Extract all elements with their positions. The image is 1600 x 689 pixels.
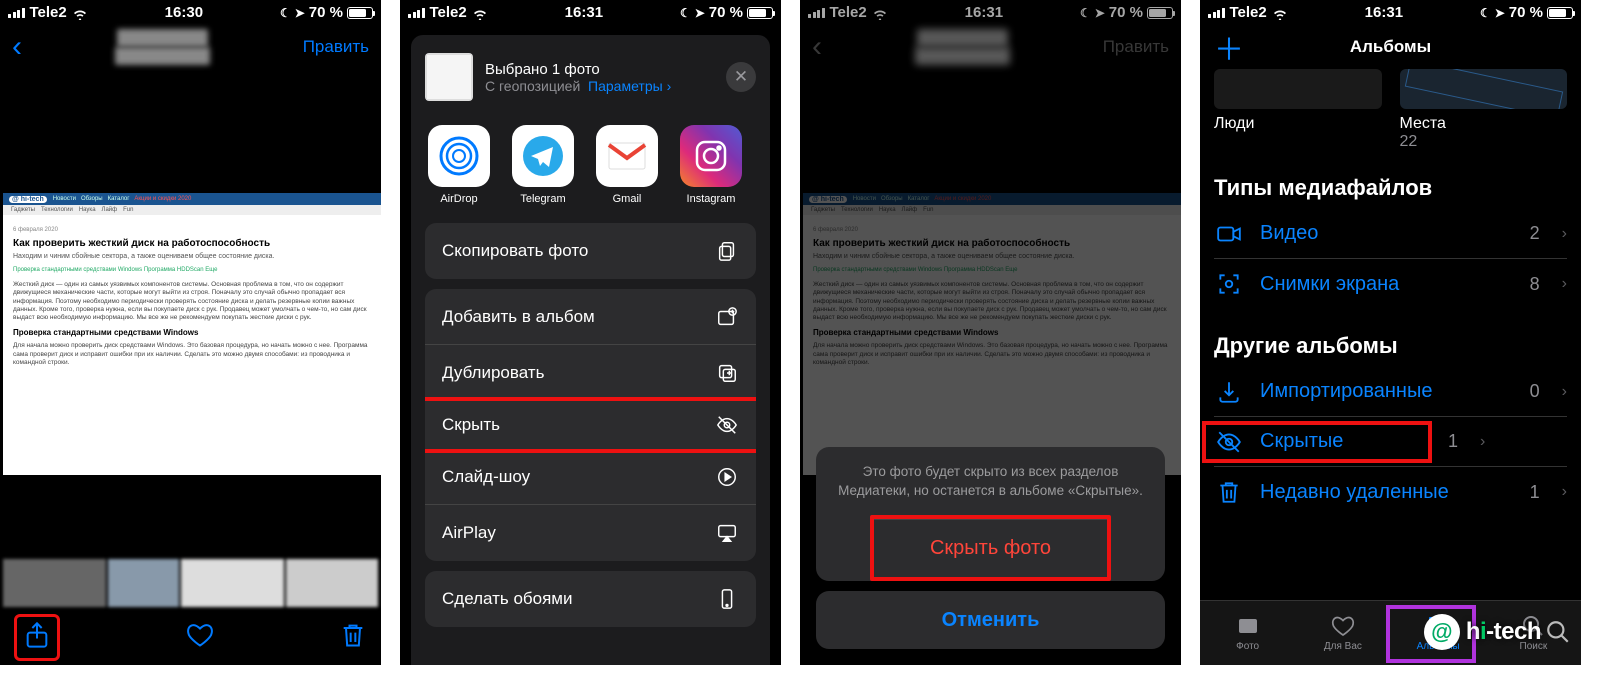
type-row-recently-deleted[interactable]: Недавно удаленные1› xyxy=(1214,467,1567,517)
share-thumbnail xyxy=(425,53,473,101)
nav-bar: ＋ Альбомы xyxy=(1200,25,1581,69)
action-airplay[interactable]: AirPlay xyxy=(425,505,756,561)
battery-pct-label: 70 % xyxy=(309,4,343,21)
add-album-button[interactable]: ＋ xyxy=(1214,25,1244,69)
type-row-imported[interactable]: Импортированные0› xyxy=(1214,367,1567,417)
bottom-toolbar xyxy=(0,610,381,665)
share-app-telegram[interactable]: Telegram xyxy=(511,125,575,205)
action-set-wallpaper[interactable]: Сделать обоями xyxy=(425,571,756,627)
tab-photos[interactable]: Фото xyxy=(1200,601,1295,665)
wifi-icon xyxy=(72,7,88,19)
hide-photo-button[interactable]: Скрыть фото xyxy=(874,519,1107,577)
copy-icon xyxy=(715,239,739,263)
wifi-icon xyxy=(472,7,488,19)
watermark: @ hi-tech xyxy=(1414,607,1581,657)
thumbnail-strip[interactable] xyxy=(0,559,381,607)
share-app-instagram[interactable]: Instagram xyxy=(679,125,743,205)
action-slideshow[interactable]: Слайд-шоу xyxy=(425,449,756,505)
add-to-album-icon xyxy=(715,305,739,329)
airplay-icon xyxy=(715,521,739,545)
chevron-right-icon: › xyxy=(1562,225,1567,243)
close-button[interactable]: ✕ xyxy=(726,62,756,92)
status-bar: Tele2 16:30 ☾ ➤ 70 % xyxy=(0,0,381,25)
battery-icon xyxy=(347,7,373,19)
tab-for-you[interactable]: Для Вас xyxy=(1295,601,1390,665)
edit-button[interactable]: Править xyxy=(303,37,369,57)
photo-content[interactable]: @ hi-techНовостиОбзорыКаталогАкции и ски… xyxy=(3,193,381,475)
action-add-to-album[interactable]: Добавить в альбом xyxy=(425,289,756,345)
alert-message: Это фото будет скрыто из всех разделов М… xyxy=(832,463,1149,515)
share-options-button[interactable]: Параметры › xyxy=(588,78,671,94)
type-row-video[interactable]: Видео2› xyxy=(1214,209,1567,259)
type-row-screenshots[interactable]: Снимки экрана8› xyxy=(1214,259,1567,309)
action-hide[interactable]: Скрыть xyxy=(425,397,756,453)
carrier-label: Tele2 xyxy=(30,4,67,21)
screen-4-albums: Tele2 16:31 ☾➤70 % ＋ Альбомы Люди Места … xyxy=(1200,0,1581,665)
phone-icon xyxy=(715,587,739,611)
favorite-button[interactable] xyxy=(186,621,214,654)
play-icon xyxy=(715,465,739,489)
hidden-icon xyxy=(1214,429,1244,455)
album-people[interactable]: Люди xyxy=(1214,69,1382,151)
type-row-hidden[interactable]: Скрытые 1› xyxy=(1214,417,1567,467)
cancel-button[interactable]: Отменить xyxy=(816,591,1165,649)
duplicate-icon xyxy=(715,361,739,385)
clock-label: 16:30 xyxy=(165,4,203,21)
status-bar: Tele2 16:31 ☾➤70 % xyxy=(400,0,781,25)
nav-title: Альбомы xyxy=(1244,37,1537,57)
share-apps-row[interactable]: AirDrop Telegram Gmail Instagram xyxy=(411,115,770,223)
share-app-gmail[interactable]: Gmail xyxy=(595,125,659,205)
site-logo: @ hi-tech xyxy=(9,196,47,203)
action-sheet: Это фото будет скрыто из всех разделов М… xyxy=(816,447,1165,649)
share-title: Выбрано 1 фото xyxy=(485,61,714,78)
import-icon xyxy=(1214,379,1244,405)
nav-title: █████████████ ███ xyxy=(22,29,303,65)
nav-bar: ‹ █████████████ ███ Править xyxy=(0,25,381,69)
article-heading: Как проверить жесткий диск на работоспос… xyxy=(13,237,371,250)
action-copy-photo[interactable]: Скопировать фото xyxy=(425,223,756,279)
screen-3-confirm-hide: Tele2 16:31 ☾➤70 % ‹ █████████████ ███ П… xyxy=(800,0,1181,665)
section-other-albums: Другие альбомы xyxy=(1200,309,1581,367)
location-icon: ➤ xyxy=(295,6,305,20)
share-sheet: Выбрано 1 фото С геопозицией Параметры ›… xyxy=(411,35,770,665)
trash-icon xyxy=(1214,479,1244,505)
moon-icon: ☾ xyxy=(280,6,291,20)
trash-button[interactable] xyxy=(339,621,367,654)
screenshot-icon xyxy=(1214,271,1244,297)
status-bar: Tele2 16:31 ☾➤70 % xyxy=(1200,0,1581,25)
action-duplicate[interactable]: Дублировать xyxy=(425,345,756,401)
screen-2-share-sheet: Tele2 16:31 ☾➤70 % Выбрано 1 фото С геоп… xyxy=(400,0,781,665)
section-media-types: Типы медиафайлов xyxy=(1200,151,1581,209)
signal-icon xyxy=(408,8,425,18)
hide-icon xyxy=(715,413,739,437)
share-subtitle: С геопозицией xyxy=(485,78,580,94)
screen-1-photo-detail: Tele2 16:30 ☾ ➤ 70 % ‹ █████████████ ███ П… xyxy=(0,0,381,665)
share-button[interactable] xyxy=(14,614,60,661)
album-places[interactable]: Места 22 xyxy=(1400,69,1568,151)
share-app-airdrop[interactable]: AirDrop xyxy=(427,125,491,205)
signal-icon xyxy=(8,8,25,18)
video-icon xyxy=(1214,221,1244,247)
back-button[interactable]: ‹ xyxy=(12,30,22,64)
